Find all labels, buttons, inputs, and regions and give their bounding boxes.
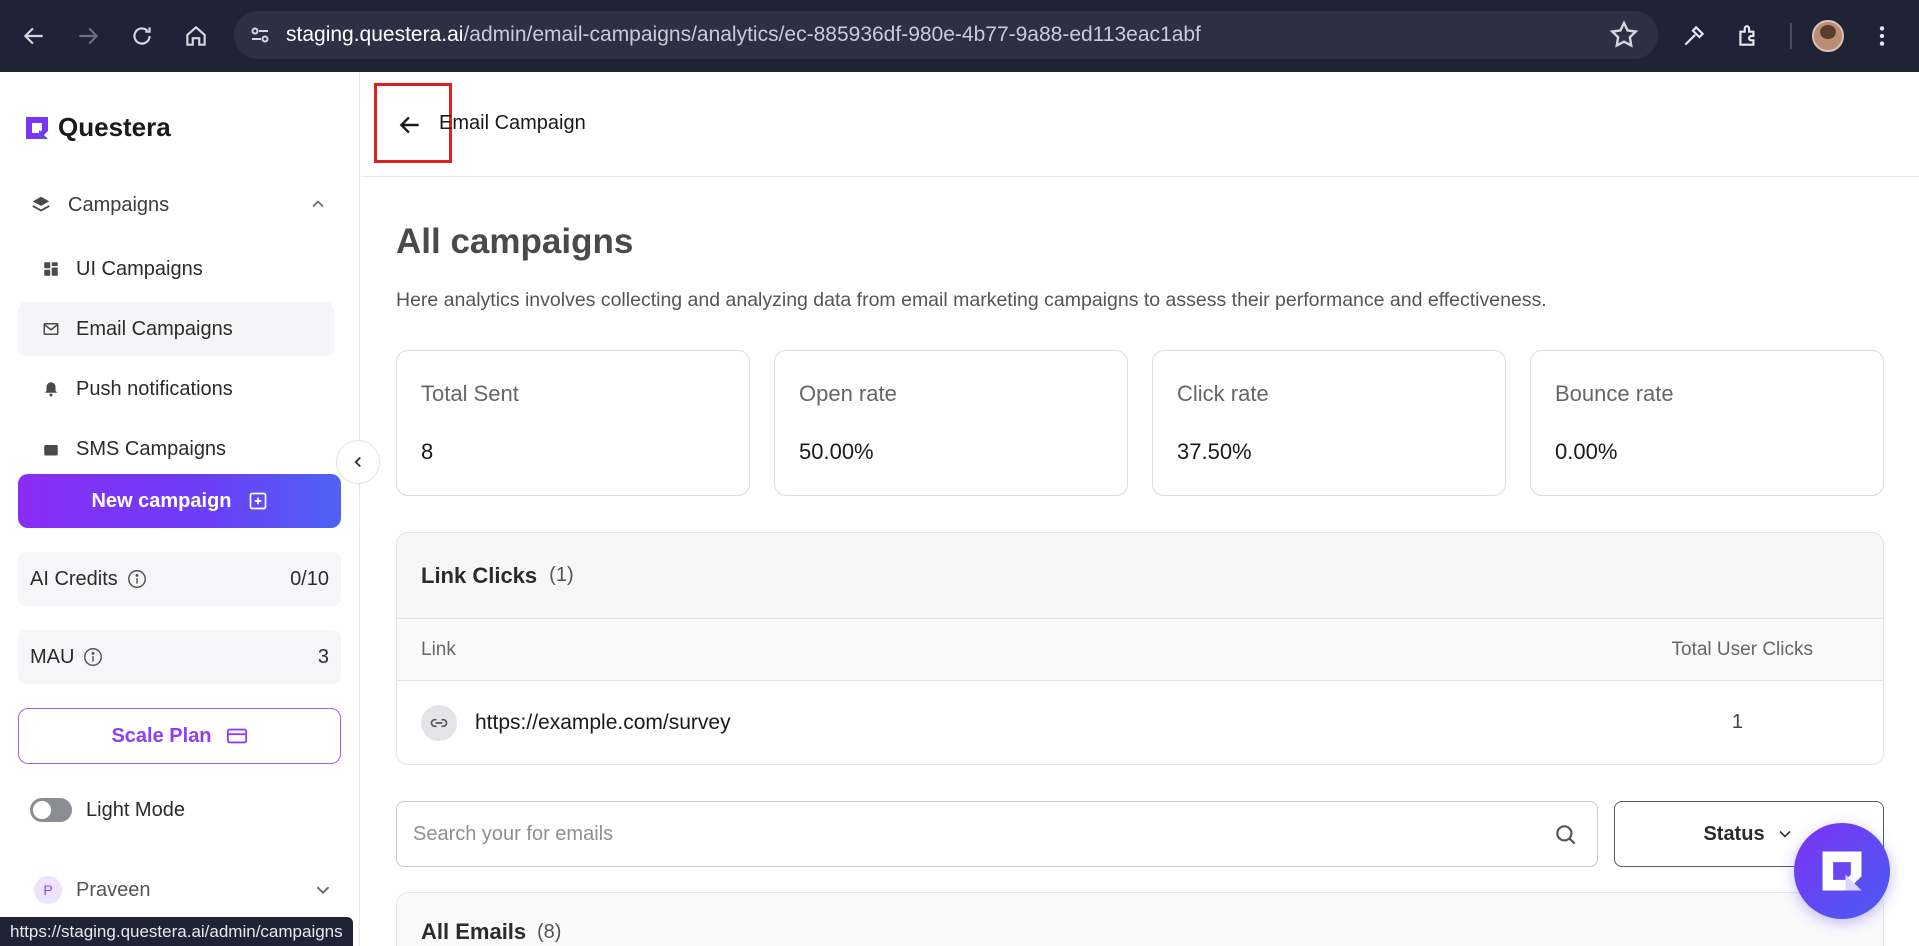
- info-icon[interactable]: [126, 568, 148, 590]
- address-bar[interactable]: staging.questera.ai/admin/email-campaign…: [234, 11, 1658, 59]
- chevron-up-icon: [312, 200, 324, 208]
- browser-menu-icon[interactable]: [1858, 12, 1906, 60]
- link-icon: [421, 705, 457, 741]
- bookmark-star-icon[interactable]: [1608, 19, 1640, 51]
- metric-value: 8: [421, 439, 434, 464]
- table-row: https://example.com/survey 1: [397, 681, 1883, 764]
- search-input[interactable]: [413, 822, 1513, 846]
- all-emails-card: All Emails (8): [396, 892, 1884, 946]
- chat-launcher-button[interactable]: [1794, 823, 1890, 919]
- dashboard-icon: [44, 262, 58, 276]
- home-icon[interactable]: [172, 12, 220, 60]
- brand-name: Questera: [58, 112, 171, 142]
- chevron-down-icon: [316, 886, 330, 895]
- sidebar-item-ui-campaigns[interactable]: UI Campaigns: [18, 242, 334, 296]
- sidebar-item-label: UI Campaigns: [76, 257, 203, 280]
- all-emails-count: (8): [537, 921, 562, 943]
- page-description: Here analytics involves collecting and a…: [396, 289, 1547, 311]
- status-filter-label: Status: [1703, 822, 1765, 845]
- user-name: Praveen: [76, 878, 151, 901]
- table-header: Link Total User Clicks: [397, 619, 1883, 681]
- metric-card-bounce-rate: Bounce rate 0.00%: [1530, 350, 1884, 496]
- theme-toggle-row[interactable]: Light Mode: [30, 798, 185, 822]
- mau-row: MAU 3: [18, 630, 341, 684]
- sidebar-item-sms-campaigns[interactable]: SMS Campaigns: [18, 438, 334, 460]
- browser-toolbar: staging.questera.ai/admin/email-campaign…: [0, 0, 1919, 72]
- sms-icon: [44, 445, 58, 456]
- ai-credits-row: AI Credits 0/10: [18, 552, 341, 606]
- link-clicks-title: Link Clicks: [421, 562, 538, 588]
- campaigns-group-toggle[interactable]: Campaigns: [18, 178, 342, 232]
- link-clicks-count: (1): [549, 564, 574, 586]
- email-search-box[interactable]: [396, 801, 1598, 867]
- chevron-down-icon: [1778, 830, 1791, 838]
- metric-label: Click rate: [1177, 381, 1269, 406]
- metric-card-total-sent: Total Sent 8: [396, 350, 750, 496]
- metric-value: 37.50%: [1177, 439, 1252, 464]
- sidebar-item-push-notifications[interactable]: Push notifications: [18, 362, 334, 416]
- site-settings-icon[interactable]: [240, 15, 280, 55]
- forward-nav-icon[interactable]: [64, 12, 112, 60]
- scale-plan-button[interactable]: Scale Plan: [18, 708, 341, 764]
- sidebar-item-label: SMS Campaigns: [76, 438, 227, 460]
- link-clicks-card: Link Clicks (1) Link Total User Clicks h…: [396, 532, 1884, 765]
- toolbar-divider: [1790, 23, 1792, 49]
- chevron-left-icon: [354, 456, 361, 468]
- metric-value: 50.00%: [799, 439, 874, 464]
- avatar: P: [34, 876, 62, 904]
- profile-avatar[interactable]: [1804, 12, 1852, 60]
- column-header-link: Link: [421, 639, 456, 660]
- credit-card-icon: [226, 728, 247, 744]
- ai-credits-label: AI Credits: [30, 567, 118, 590]
- sidebar-item-email-campaigns[interactable]: Email Campaigns: [18, 302, 334, 356]
- email-icon: [43, 323, 59, 335]
- plus-square-icon: [249, 492, 266, 510]
- new-campaign-button[interactable]: New campaign: [18, 474, 341, 528]
- metric-label: Bounce rate: [1555, 381, 1674, 406]
- reload-icon[interactable]: [118, 12, 166, 60]
- metric-card-click-rate: Click rate 37.50%: [1152, 350, 1506, 496]
- mau-value: 3: [317, 645, 329, 668]
- column-header-total-clicks: Total User Clicks: [1671, 639, 1813, 660]
- scale-plan-label: Scale Plan: [111, 724, 212, 747]
- layers-icon: [32, 196, 50, 212]
- sidebar-item-label: Email Campaigns: [76, 317, 233, 340]
- metric-label: Open rate: [799, 381, 897, 406]
- back-nav-icon[interactable]: [10, 12, 58, 60]
- link-click-count: 1: [1731, 711, 1743, 733]
- url-text[interactable]: staging.questera.ai/admin/email-campaign…: [286, 23, 1201, 47]
- metric-value: 0.00%: [1555, 439, 1618, 464]
- eyedropper-icon[interactable]: [1670, 12, 1718, 60]
- brand[interactable]: Questera: [24, 112, 171, 143]
- bell-icon: [45, 382, 57, 397]
- extensions-icon[interactable]: [1724, 12, 1772, 60]
- all-emails-title: All Emails: [421, 919, 527, 944]
- page-title: All campaigns: [396, 222, 634, 261]
- mau-label: MAU: [30, 645, 75, 668]
- theme-toggle-label: Light Mode: [86, 798, 185, 821]
- metric-card-open-rate: Open rate 50.00%: [774, 350, 1128, 496]
- link-clicks-header: Link Clicks (1): [397, 533, 1883, 619]
- link-url[interactable]: https://example.com/survey: [475, 711, 731, 735]
- questera-logo-icon: [26, 116, 48, 139]
- sidebar-item-label: Push notifications: [76, 377, 233, 400]
- sidebar: Questera Campaigns UI Campaigns Email Ca…: [0, 72, 360, 946]
- metric-label: Total Sent: [421, 381, 519, 406]
- campaigns-group-label: Campaigns: [68, 193, 170, 216]
- collapse-sidebar-button[interactable]: [336, 440, 380, 484]
- questera-logo-icon: [1822, 851, 1862, 891]
- page-header: Email Campaign: [361, 72, 1919, 177]
- link-hover-status: https://staging.questera.ai/admin/campai…: [0, 917, 353, 946]
- search-icon[interactable]: [1553, 822, 1579, 848]
- user-menu[interactable]: P Praveen: [34, 876, 334, 904]
- ai-credits-value: 0/10: [290, 567, 329, 590]
- page-breadcrumb: Email Campaign: [439, 112, 586, 134]
- new-campaign-label: New campaign: [91, 489, 232, 512]
- theme-toggle[interactable]: [30, 798, 72, 822]
- info-icon[interactable]: [82, 646, 104, 668]
